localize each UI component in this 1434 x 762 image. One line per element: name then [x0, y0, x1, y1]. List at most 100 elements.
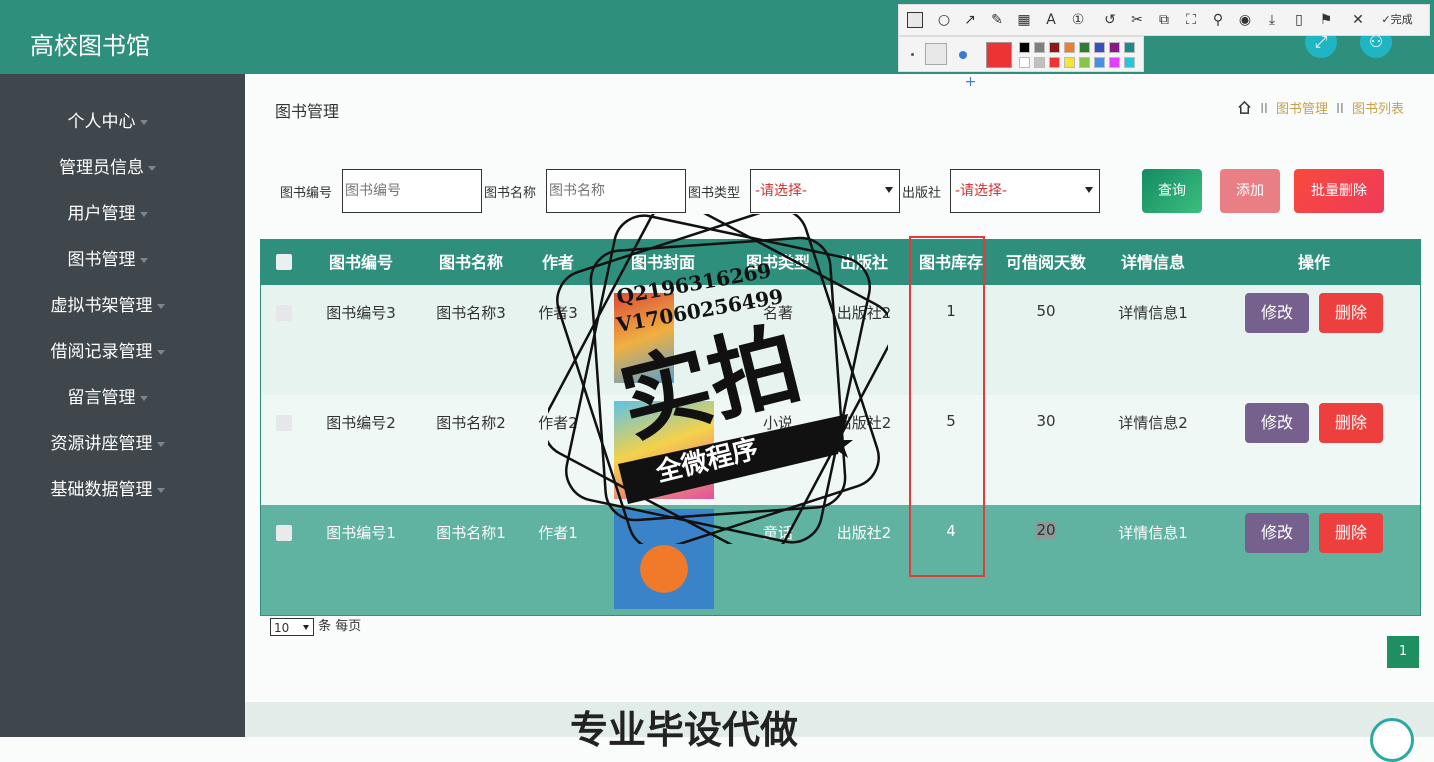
size-medium-option[interactable] — [925, 43, 947, 65]
number-tool-icon[interactable]: ① — [1069, 11, 1087, 29]
edit-button[interactable]: 修改 — [1245, 403, 1309, 443]
add-button[interactable]: 添加 — [1220, 169, 1280, 213]
cell-days: 20 — [1036, 521, 1056, 539]
arrow-tool-icon[interactable]: ↗ — [961, 11, 979, 29]
publisher-label: 出版社 — [902, 186, 942, 201]
delete-button[interactable]: 删除 — [1319, 513, 1383, 553]
select-value: -请选择- — [955, 183, 1008, 199]
back-to-top-icon[interactable] — [1370, 718, 1414, 762]
highlight-annotation — [909, 236, 985, 577]
cell-days: 30 — [1036, 412, 1056, 430]
footer-banner: 专业毕设代做 — [245, 702, 1434, 762]
stamp-frames: 全微程序 实拍 Q2196316269 V17060256499 — [542, 201, 894, 557]
close-icon[interactable]: ✕ — [1349, 11, 1367, 29]
sidebar-item-label: 用户管理 — [67, 204, 136, 224]
sidebar-item-borrow-records[interactable]: 借阅记录管理 — [0, 337, 215, 362]
pen-tool-icon[interactable]: ✎ — [988, 11, 1006, 29]
row-checkbox[interactable] — [276, 525, 292, 541]
text-tool-icon[interactable]: A — [1042, 11, 1060, 29]
per-page-text: 条 每页 — [318, 619, 362, 634]
watermark-stamp: 全微程序 实拍 Q2196316269 V17060256499 — [542, 201, 894, 557]
color-swatch[interactable] — [1124, 42, 1135, 53]
sidebar-item-label: 留言管理 — [67, 388, 136, 408]
page-number-button[interactable]: 1 — [1387, 636, 1419, 668]
color-swatch[interactable] — [1079, 42, 1090, 53]
select-all-checkbox[interactable] — [276, 254, 292, 270]
delete-button[interactable]: 删除 — [1319, 293, 1383, 333]
record-icon[interactable]: ◉ — [1236, 11, 1254, 29]
breadcrumb-item: 图书列表 — [1351, 102, 1404, 117]
sidebar-item-label: 管理员信息 — [59, 158, 144, 178]
color-swatch[interactable] — [1049, 57, 1060, 68]
color-swatch[interactable] — [1064, 57, 1075, 68]
done-label: 完成 — [1390, 13, 1413, 26]
bookmark-icon[interactable]: ⚑ — [1317, 11, 1335, 29]
book-type-select[interactable]: -请选择- — [750, 169, 900, 213]
color-swatch[interactable] — [1019, 57, 1030, 68]
done-button[interactable]: ✓完成 — [1377, 11, 1417, 29]
color-swatch[interactable] — [1124, 57, 1135, 68]
caret-down-icon — [139, 211, 148, 217]
book-no-input[interactable] — [342, 169, 482, 213]
rectangle-tool-icon[interactable] — [907, 12, 923, 28]
pin-icon[interactable]: ⚲ — [1209, 11, 1227, 29]
mosaic-tool-icon[interactable]: ▦ — [1015, 11, 1033, 29]
color-swatch[interactable] — [1034, 42, 1045, 53]
breadcrumb: II 图书管理 II 图书列表 — [1237, 98, 1404, 119]
scan-icon[interactable]: ⛶ — [1182, 11, 1200, 29]
sidebar-item-virtual-shelf[interactable]: 虚拟书架管理 — [0, 291, 215, 316]
sidebar-item-admin-info[interactable]: 管理员信息 — [0, 153, 215, 178]
caret-down-icon — [148, 165, 156, 171]
sidebar-item-user-management[interactable]: 用户管理 — [0, 199, 215, 224]
home-icon[interactable] — [1237, 100, 1252, 119]
ocr-icon[interactable]: ⧉ — [1155, 11, 1173, 29]
undo-icon[interactable]: ↺ — [1101, 11, 1119, 29]
size-large-option[interactable] — [959, 51, 967, 59]
book-name-input[interactable] — [546, 169, 686, 213]
sidebar-item-basic-data[interactable]: 基础数据管理 — [0, 475, 215, 500]
cell-book-name: 图书名称1 — [436, 524, 506, 542]
sidebar-item-label: 图书管理 — [67, 250, 136, 270]
sidebar-item-messages[interactable]: 留言管理 — [0, 383, 215, 408]
sidebar-item-personal-center[interactable]: 个人中心 — [0, 107, 215, 132]
color-swatch[interactable] — [1019, 42, 1030, 53]
color-swatch[interactable] — [1034, 57, 1045, 68]
download-icon[interactable]: ⤓ — [1263, 11, 1281, 29]
breadcrumb-item[interactable]: 图书管理 — [1276, 102, 1328, 117]
chevron-down-icon — [885, 187, 893, 193]
color-swatch[interactable] — [1064, 42, 1075, 53]
color-swatch[interactable] — [1094, 57, 1105, 68]
query-button[interactable]: 查询 — [1142, 169, 1202, 213]
col-book-no: 图书编号 — [328, 253, 393, 272]
size-small-option[interactable] — [911, 53, 914, 56]
check-icon: ✓ — [1381, 13, 1391, 26]
cell-detail: 详情信息1 — [1118, 524, 1188, 542]
color-swatch[interactable] — [1109, 57, 1120, 68]
cell-book-no: 图书编号3 — [326, 304, 396, 322]
delete-button[interactable]: 删除 — [1319, 403, 1383, 443]
col-days: 可借阅天数 — [1005, 253, 1086, 272]
color-swatch[interactable] — [1079, 57, 1090, 68]
phone-icon[interactable]: ▯ — [1290, 11, 1308, 29]
page-size-value: 10 — [274, 620, 290, 635]
page-size-select[interactable]: 10 — [270, 617, 314, 636]
cell-book-no: 图书编号1 — [326, 524, 396, 542]
edit-button[interactable]: 修改 — [1245, 513, 1309, 553]
circle-tool-icon[interactable]: ○ — [935, 11, 953, 29]
crosshair-cursor-icon: + — [964, 74, 977, 90]
row-checkbox[interactable] — [276, 305, 292, 321]
cell-book-no: 图书编号2 — [326, 414, 396, 432]
edit-button[interactable]: 修改 — [1245, 293, 1309, 333]
sidebar-item-lectures[interactable]: 资源讲座管理 — [0, 429, 215, 454]
col-book-name: 图书名称 — [438, 253, 503, 272]
color-swatch[interactable] — [1049, 42, 1060, 53]
sidebar-item-book-management[interactable]: 图书管理 — [0, 245, 215, 270]
color-swatch[interactable] — [1094, 42, 1105, 53]
cell-detail: 详情信息1 — [1118, 304, 1188, 322]
publisher-select[interactable]: -请选择- — [950, 169, 1100, 213]
batch-delete-button[interactable]: 批量删除 — [1294, 169, 1384, 213]
row-checkbox[interactable] — [276, 415, 292, 431]
current-color-swatch[interactable] — [986, 42, 1012, 68]
erase-icon[interactable]: ✂ — [1128, 11, 1146, 29]
color-swatch[interactable] — [1109, 42, 1120, 53]
